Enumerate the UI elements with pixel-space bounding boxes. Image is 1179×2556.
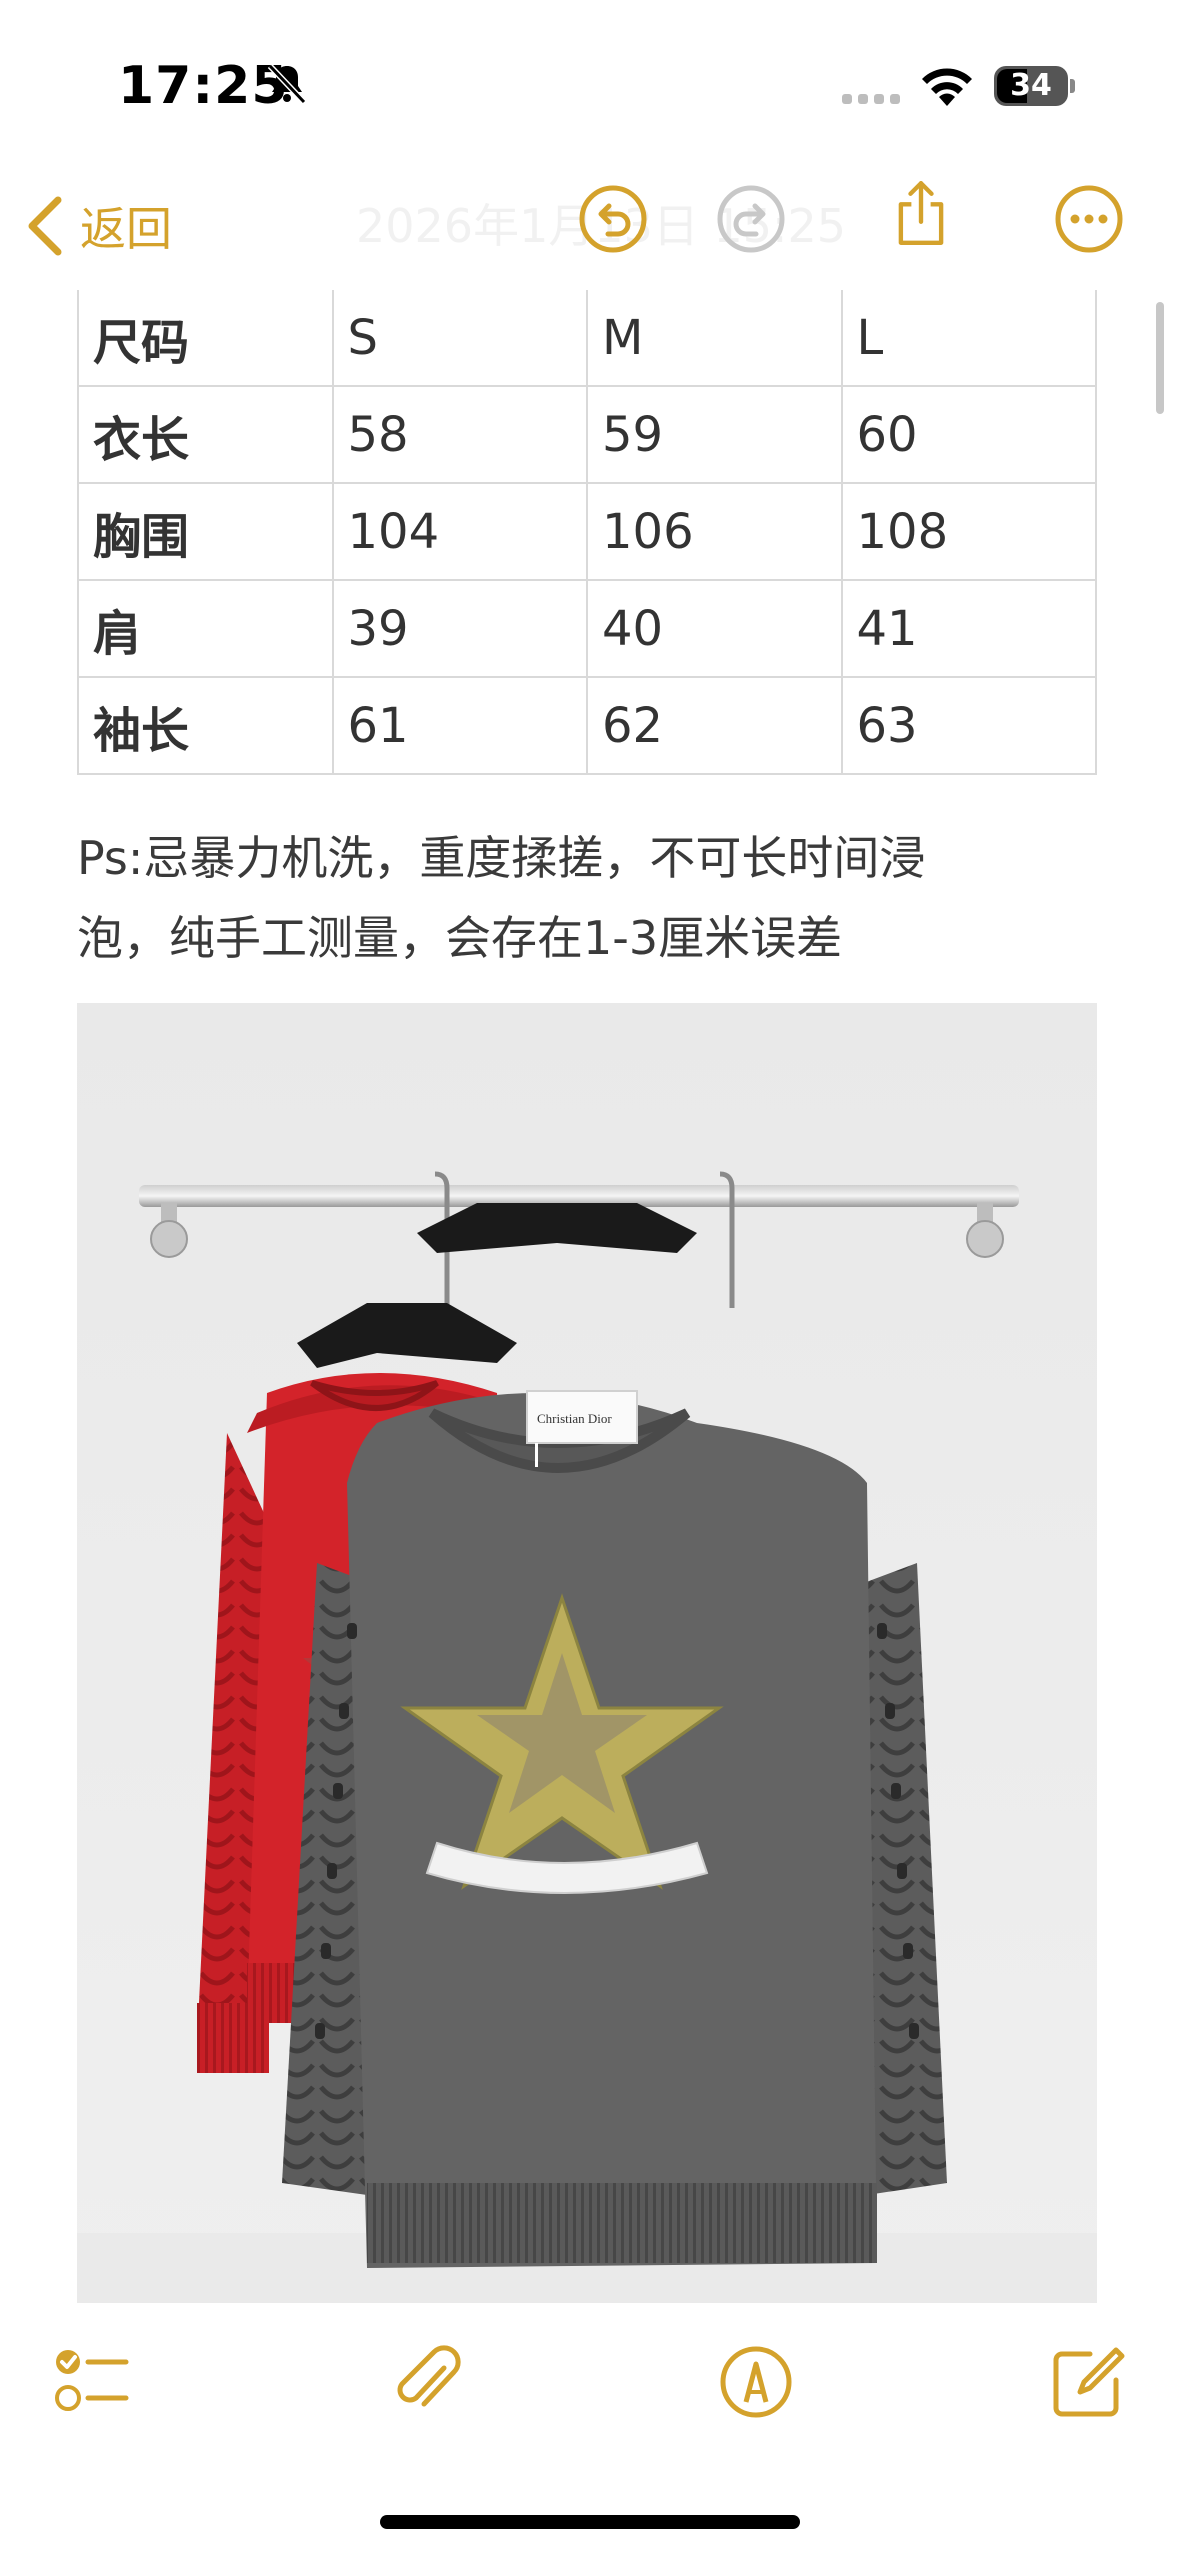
table-cell: 40 (586, 579, 843, 678)
table-row: 袖长 61 62 63 (77, 676, 1097, 775)
table-row: 尺码 S M L (77, 290, 1097, 387)
note-line: Ps:忌暴力机洗，重度揉搓，不可长时间浸 (77, 831, 926, 885)
table-cell: 61 (331, 676, 588, 775)
nav-bar: 2026年1月13日 15:25 返回 (0, 170, 1179, 290)
bottom-toolbar (0, 2320, 1179, 2460)
battery-icon: 34 (994, 66, 1076, 106)
table-cell: S (331, 290, 588, 387)
label-tag-text: Christian Dior (537, 1411, 612, 1426)
table-cell: 63 (840, 676, 1097, 775)
more-icon[interactable] (1054, 184, 1124, 254)
table-cell: L (840, 290, 1097, 387)
table-cell: 106 (586, 482, 843, 581)
table-row: 肩 39 40 41 (77, 579, 1097, 678)
sweater-photo[interactable]: Christian Dior (77, 1003, 1097, 2303)
note-text[interactable]: Ps:忌暴力机洗，重度揉搓，不可长时间浸 泡，纯手工测量，会存在1-3厘米误差 (77, 818, 1097, 978)
table-cell: 104 (331, 482, 588, 581)
home-indicator[interactable] (380, 2515, 800, 2529)
table-cell: 108 (840, 482, 1097, 581)
back-label: 返回 (80, 202, 172, 256)
table-cell: 41 (840, 579, 1097, 678)
checklist-icon[interactable] (52, 2342, 132, 2422)
table-cell: M (586, 290, 843, 387)
battery-level: 34 (1010, 68, 1052, 103)
table-cell: 59 (586, 385, 843, 484)
table-cell: 58 (331, 385, 588, 484)
table-cell: 62 (586, 676, 843, 775)
table-cell: 39 (331, 579, 588, 678)
undo-icon[interactable] (578, 184, 648, 254)
status-bar: 17:25 34 (0, 0, 1179, 170)
sweater-photo-illustration: Christian Dior (77, 1003, 1097, 2303)
compose-icon[interactable] (1048, 2342, 1128, 2422)
paperclip-icon[interactable] (388, 2342, 468, 2422)
share-icon[interactable] (886, 178, 956, 248)
redo-icon[interactable] (716, 184, 786, 254)
table-row: 胸围 104 106 108 (77, 482, 1097, 581)
table-cell: 袖长 (77, 676, 334, 775)
size-table: 尺码 S M L 衣长 58 59 60 胸围 104 106 108 肩 39… (77, 290, 1097, 775)
table-cell: 衣长 (77, 385, 334, 484)
cellular-signal-icon (842, 94, 900, 104)
table-cell: 60 (840, 385, 1097, 484)
back-button[interactable]: 返回 (24, 194, 172, 258)
table-cell: 肩 (77, 579, 334, 678)
chevron-left-icon (28, 196, 62, 256)
table-cell: 尺码 (77, 290, 334, 387)
table-row: 衣长 58 59 60 (77, 385, 1097, 484)
wifi-icon (922, 68, 972, 106)
table-cell: 胸围 (77, 482, 334, 581)
status-time: 17:25 (118, 56, 289, 116)
note-line: 泡，纯手工测量，会存在1-3厘米误差 (77, 911, 843, 965)
markup-icon[interactable] (716, 2342, 796, 2422)
bell-slash-icon (267, 63, 307, 105)
scroll-indicator[interactable] (1156, 302, 1164, 414)
